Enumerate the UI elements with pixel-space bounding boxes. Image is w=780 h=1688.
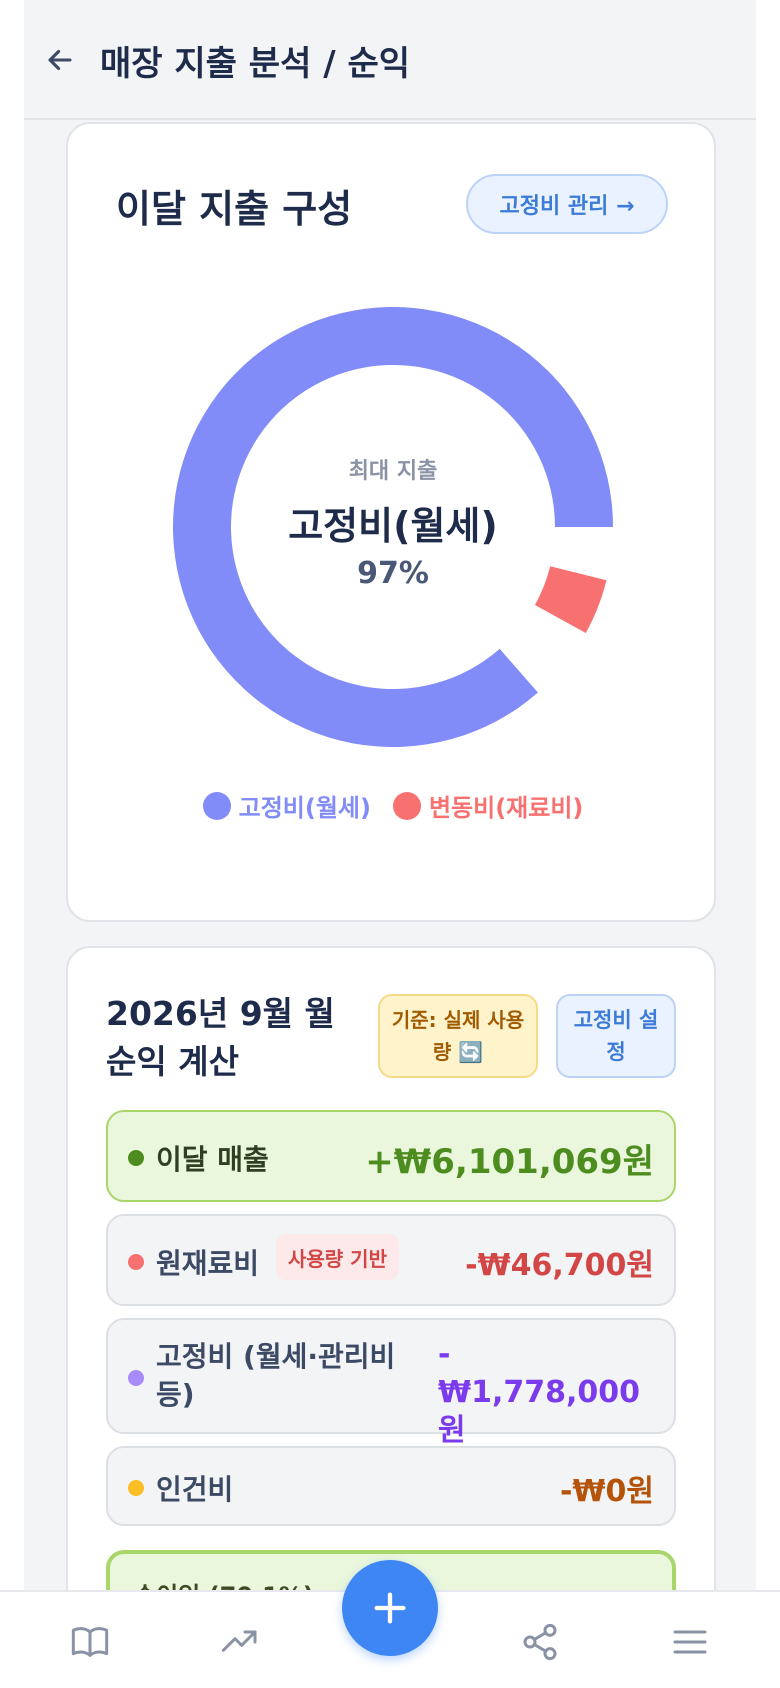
menu-icon [673,1630,707,1654]
fixed-value: -₩1,778,000원 [438,1337,641,1448]
basis-badge[interactable]: 기준: 실제 사용량 🔄 [378,994,538,1078]
legend-item-variable[interactable]: 변동비(재료비) [392,788,584,823]
fixed-cost-setting-button[interactable]: 고정비 설정 [556,994,676,1078]
legend-item-fixed[interactable]: 고정비(월세) [202,788,371,823]
donut-center: 최대 지출 고정비(월세) 97% [168,302,618,752]
book-icon [71,1627,109,1657]
legend-dot-variable [392,791,421,820]
material-cost-row: 원재료비 사용량 기반 -₩46,700원 [106,1214,676,1306]
nav-menu[interactable] [668,1620,712,1664]
nav-trend[interactable] [218,1620,262,1664]
sales-dot [128,1150,144,1166]
legend-dot-fixed [202,791,231,820]
material-label: 원재료비 [156,1247,260,1280]
labor-value: -₩0원 [559,1474,654,1509]
composition-title: 이달 지출 구성 [116,187,353,231]
center-category: 고정비(월세) [288,504,498,548]
share-icon [523,1623,557,1661]
sales-value: +₩6,101,069원 [365,1142,654,1182]
donut-chart: 최대 지출 고정비(월세) 97% [168,302,618,752]
fixed-dot [128,1370,144,1386]
labor-label: 인건비 [156,1473,234,1506]
legend-label-fixed: 고정비(월세) [238,794,371,822]
sales-label: 이달 매출 [156,1143,269,1176]
fixed-cost-row: 고정비 (월세·관리비 등) -₩1,778,000원 [106,1318,676,1448]
material-value: -₩46,700원 [465,1248,654,1283]
profit-calc-title: 2026년 9월 월 순익 계산 [106,994,335,1081]
add-button[interactable] [342,1560,438,1656]
center-percent: 97% [357,556,429,591]
plus-icon [374,1592,406,1624]
manage-fixed-costs-button[interactable]: 고정비 관리 → [466,174,668,234]
trend-icon [221,1630,257,1652]
back-button[interactable] [30,30,90,90]
labor-cost-row: 인건비 -₩0원 [106,1446,676,1526]
arrow-left-icon [48,49,72,71]
usage-based-badge: 사용량 기반 [276,1234,399,1280]
page-title: 매장 지출 분석 / 순익 [100,44,411,84]
chart-legend: 고정비(월세) 변동비(재료비) [68,788,718,823]
material-dot [128,1254,144,1270]
center-label: 최대 지출 [348,459,438,484]
legend-label-variable: 변동비(재료비) [428,794,584,822]
nav-book[interactable] [68,1620,112,1664]
sales-row: 이달 매출 +₩6,101,069원 [106,1110,676,1202]
fixed-label: 고정비 (월세·관리비 등) [156,1340,396,1411]
app-header: 매장 지출 분석 / 순익 [24,0,756,120]
labor-dot [128,1480,144,1496]
nav-share[interactable] [518,1620,562,1664]
expense-composition-card: 이달 지출 구성 고정비 관리 → 최대 지출 고정비(월세) 97% 고정비(… [66,122,716,922]
